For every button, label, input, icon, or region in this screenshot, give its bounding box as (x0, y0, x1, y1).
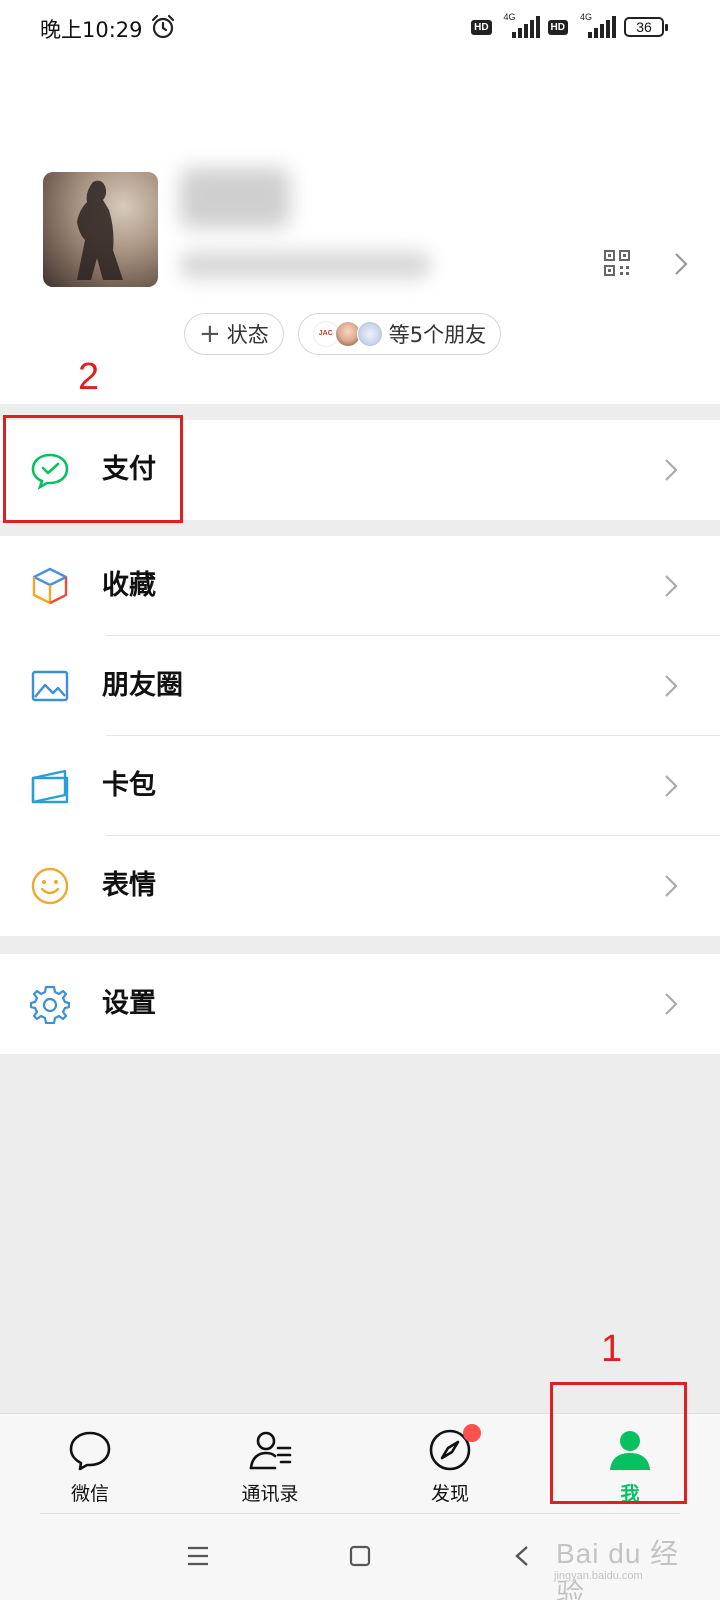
menu-group-main: 收藏 朋友圈 卡包 表情 (0, 536, 720, 936)
hd-badge: HD (547, 19, 568, 35)
status-chips: + 状态 JAC 等5个朋友 (184, 313, 502, 355)
watermark-url: jingyan.baidu.com (554, 1570, 643, 1582)
chevron-right-icon (665, 875, 678, 897)
chevron-right-icon (665, 775, 678, 797)
menu-icon[interactable] (187, 1545, 209, 1567)
chevron-right-icon (665, 993, 678, 1015)
back-icon[interactable] (514, 1545, 530, 1567)
hd-badge: HD (471, 19, 492, 35)
annotation-number: 1 (601, 1328, 623, 1370)
menu-label: 卡包 (102, 770, 156, 801)
menu-item-stickers[interactable]: 表情 (0, 836, 720, 936)
watermark: Bai du 经验 jingyan.baidu.com (544, 1522, 694, 1600)
blurred-wechat-id (180, 251, 430, 279)
menu-label: 朋友圈 (102, 670, 183, 701)
status-bar: 晚上10:29 HD 4G HD 4G 36 (0, 0, 720, 56)
friend-avatar (356, 321, 383, 347)
status-icons: HD 4G HD 4G 36 (471, 12, 668, 38)
chevron-right-icon (665, 675, 678, 697)
annotation-number: 2 (78, 356, 100, 398)
battery-indicator: 36 (624, 17, 668, 37)
home-icon[interactable] (349, 1545, 371, 1567)
chevron-right-icon (665, 459, 678, 481)
image-icon (31, 670, 69, 702)
signal-icon: 4G (500, 12, 540, 38)
divider (40, 1513, 680, 1514)
tab-label: 通讯录 (241, 1483, 299, 1505)
avatar[interactable] (43, 172, 158, 287)
card-wallet-icon (31, 769, 69, 804)
tab-label: 微信 (70, 1483, 109, 1505)
status-time: 晚上10:29 (40, 18, 143, 42)
tab-discover[interactable]: 发现 (360, 1414, 540, 1514)
cube-icon (32, 567, 68, 605)
watermark-brand: Bai du 经验 (556, 1538, 680, 1600)
menu-item-moments[interactable]: 朋友圈 (0, 636, 720, 736)
add-status-button[interactable]: + 状态 (184, 313, 284, 355)
chevron-right-icon (675, 253, 688, 275)
contacts-icon (249, 1431, 292, 1470)
menu-item-settings[interactable]: 设置 (0, 954, 720, 1054)
profile-header[interactable]: + 状态 JAC 等5个朋友 (0, 56, 720, 404)
friends-label: 等5个朋友 (388, 323, 487, 347)
tab-chats[interactable]: 微信 (0, 1414, 180, 1514)
gear-icon (30, 985, 70, 1024)
annotation-box-pay (3, 415, 183, 523)
plus-icon: + (199, 319, 221, 349)
menu-item-cards[interactable]: 卡包 (0, 736, 720, 836)
menu-label: 收藏 (102, 570, 156, 601)
menu-item-favorites[interactable]: 收藏 (0, 536, 720, 636)
notification-dot (463, 1424, 481, 1442)
qr-code-icon[interactable] (604, 250, 630, 276)
friends-status-chip[interactable]: JAC 等5个朋友 (297, 313, 502, 355)
signal-icon: 4G (576, 12, 616, 38)
menu-label: 表情 (102, 870, 156, 901)
annotation-box-me (550, 1382, 687, 1504)
tab-label: 发现 (430, 1483, 469, 1505)
alarm-clock-icon (151, 14, 175, 39)
blurred-nickname (180, 168, 290, 228)
status-label: 状态 (226, 323, 269, 347)
chevron-right-icon (665, 575, 678, 597)
menu-group-settings: 设置 (0, 954, 720, 1054)
chat-bubble-icon (69, 1431, 111, 1471)
menu-label: 设置 (102, 988, 156, 1019)
smiley-icon (31, 867, 69, 905)
tab-contacts[interactable]: 通讯录 (180, 1414, 360, 1514)
